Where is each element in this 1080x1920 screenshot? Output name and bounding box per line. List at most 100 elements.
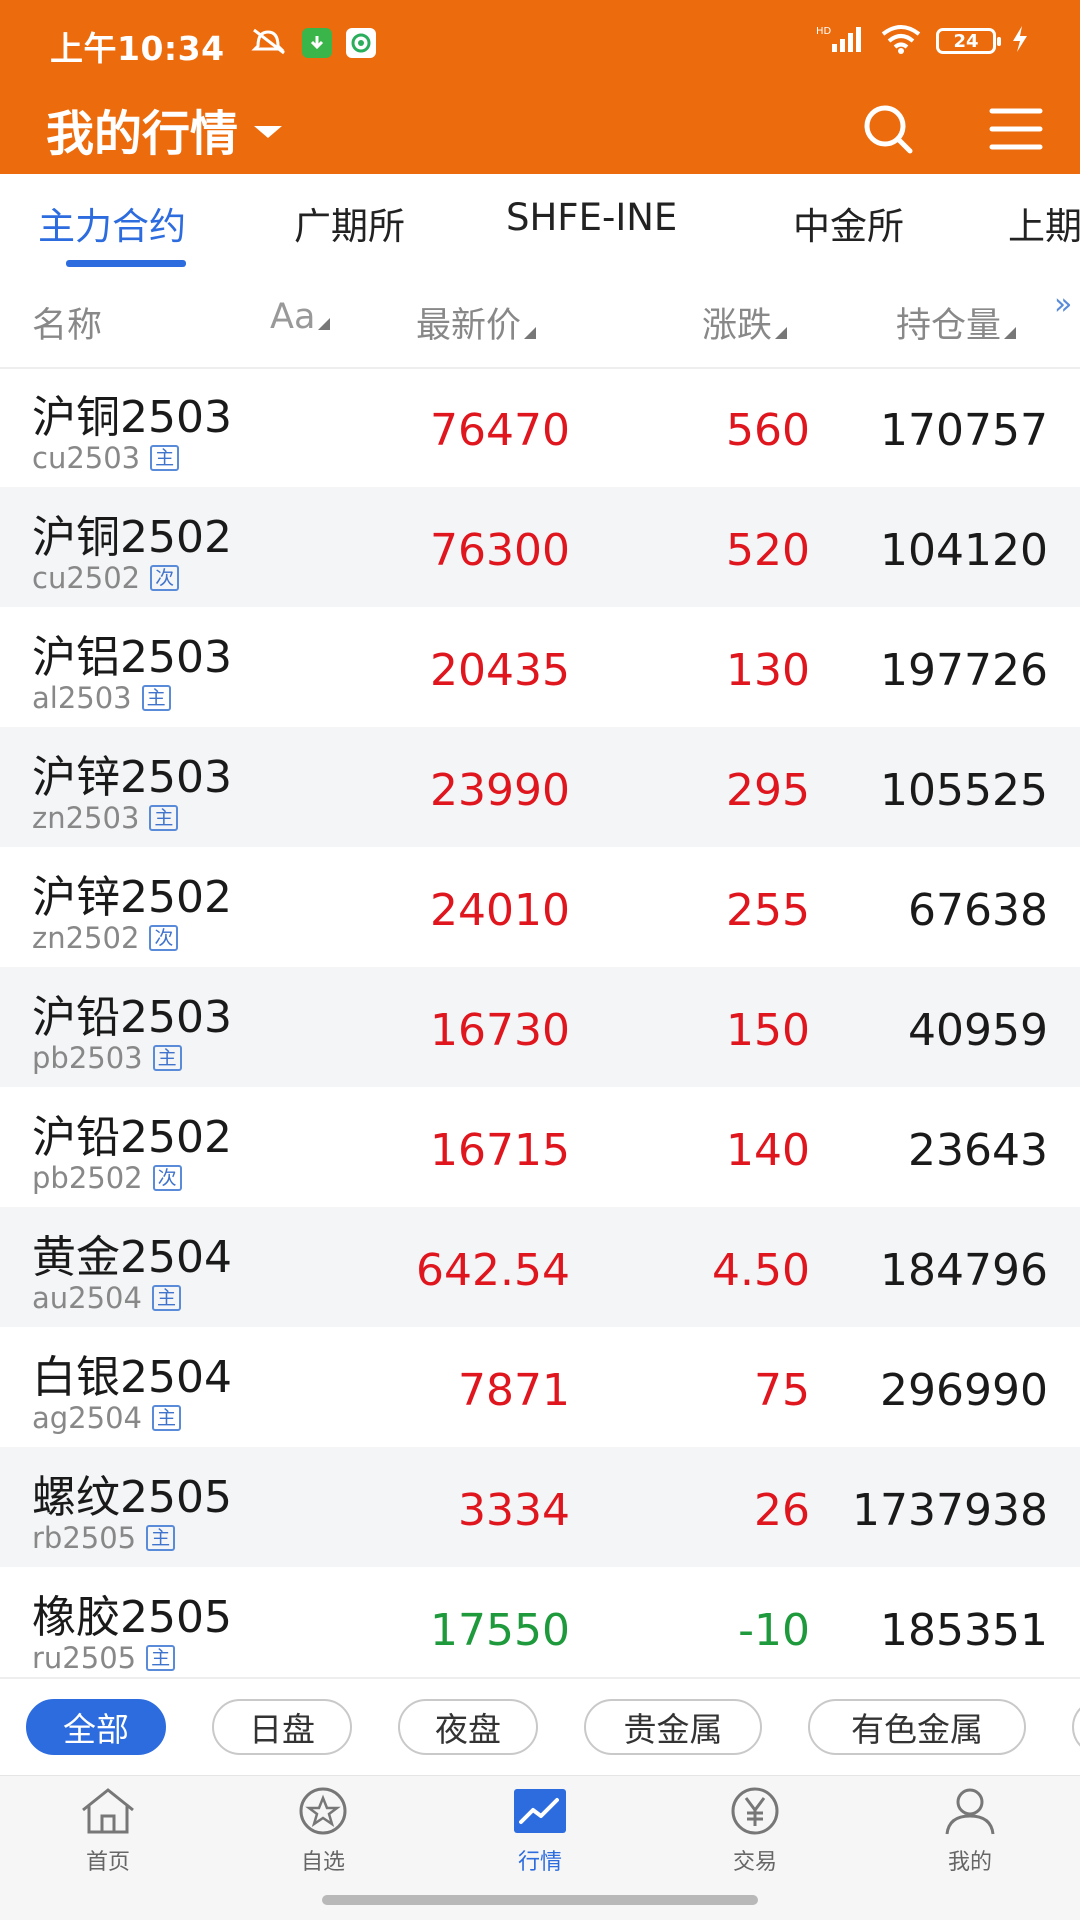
filter-more-chip[interactable] (1072, 1699, 1080, 1755)
col-change[interactable]: 涨跌 (702, 297, 788, 348)
nav-home[interactable]: 首页 (43, 1786, 173, 1876)
tab-cffex[interactable]: 中金所 (793, 196, 904, 250)
contract-tag: 次 (152, 1165, 182, 1191)
last-price: 3334 (458, 1485, 570, 1536)
contract-code-line: cu2502 次 (32, 561, 180, 595)
price-change: 26 (754, 1485, 810, 1536)
contract-name: 沪锌2502 (32, 872, 232, 923)
filter-nonferrous-metals[interactable]: 有色金属 (808, 1699, 1026, 1755)
table-row[interactable]: 沪铅2502 pb2502 次 16715 140 23643 (0, 1087, 1080, 1207)
font-toggle-label: Aa (270, 297, 316, 337)
sort-icon (775, 327, 788, 339)
filter-day-session[interactable]: 日盘 (212, 1699, 352, 1755)
contract-name: 沪铅2502 (32, 1112, 232, 1163)
open-interest: 197726 (880, 645, 1048, 696)
bottom-nav: 首页 自选 行情 交易 我的 (0, 1775, 1080, 1886)
price-change: 140 (726, 1125, 810, 1176)
last-price: 23990 (430, 765, 570, 816)
contract-code-line: al2503 主 (32, 681, 171, 715)
star-icon (299, 1787, 347, 1835)
nav-quotes[interactable]: 行情 (475, 1786, 605, 1876)
price-change: -10 (738, 1605, 810, 1656)
contract-code: zn2502 (32, 921, 140, 955)
tab-shfe-ine[interactable]: SHFE-INE (506, 196, 677, 239)
menu-button[interactable] (981, 94, 1051, 164)
price-change: 255 (726, 885, 810, 936)
more-columns-icon[interactable]: » (1054, 287, 1072, 322)
contract-tag: 主 (152, 1045, 182, 1071)
table-row[interactable]: 白银2504 ag2504 主 7871 75 296990 (0, 1327, 1080, 1447)
contract-tag: 主 (146, 1525, 176, 1551)
nav-watchlist[interactable]: 自选 (258, 1786, 388, 1876)
table-row[interactable]: 沪铅2503 pb2503 主 16730 150 40959 (0, 967, 1080, 1087)
nav-label: 首页 (85, 1850, 130, 1875)
status-icons-left (250, 26, 376, 60)
watchlist-dropdown[interactable]: 我的行情 (46, 94, 283, 164)
col-price[interactable]: 最新价 (416, 297, 537, 348)
wifi-icon (880, 24, 922, 58)
contract-name: 沪铅2503 (32, 992, 232, 1043)
user-icon (945, 1788, 995, 1835)
table-row[interactable]: 沪铜2502 cu2502 次 76300 520 104120 (0, 487, 1080, 607)
contract-code: pb2502 (32, 1161, 143, 1195)
contract-code: au2504 (32, 1281, 142, 1315)
contract-tag: 主 (151, 1285, 181, 1311)
contract-tag: 次 (149, 925, 179, 951)
contract-name: 螺纹2505 (32, 1472, 232, 1523)
contract-tag: 主 (151, 1405, 181, 1431)
filter-precious-metals[interactable]: 贵金属 (584, 1699, 762, 1755)
open-interest: 1737938 (852, 1485, 1048, 1536)
filter-all[interactable]: 全部 (26, 1699, 166, 1755)
contract-tag: 次 (150, 565, 180, 591)
tab-main-contracts[interactable]: 主力合约 (38, 196, 186, 250)
contract-name: 橡胶2505 (32, 1592, 232, 1643)
col-open-interest[interactable]: 持仓量 (896, 297, 1017, 348)
contract-code-line: pb2502 次 (32, 1161, 182, 1195)
tab-shfe[interactable]: 上期 (1008, 196, 1080, 250)
price-change: 75 (754, 1365, 810, 1416)
last-price: 16715 (430, 1125, 570, 1176)
table-row[interactable]: 沪铝2503 al2503 主 20435 130 197726 (0, 607, 1080, 727)
price-change: 130 (726, 645, 810, 696)
table-row[interactable]: 黄金2504 au2504 主 642.54 4.50 184796 (0, 1207, 1080, 1327)
yen-icon (731, 1787, 779, 1835)
last-price: 7871 (458, 1365, 570, 1416)
nav-label: 自选 (300, 1850, 345, 1875)
title-row: 我的行情 (0, 84, 1080, 174)
home-indicator[interactable] (322, 1895, 758, 1905)
table-row[interactable]: 沪锌2502 zn2502 次 24010 255 67638 (0, 847, 1080, 967)
table-row[interactable]: 沪铜2503 cu2503 主 76470 560 170757 (0, 367, 1080, 487)
font-toggle[interactable]: Aa (270, 297, 331, 337)
contract-code-line: au2504 主 (32, 1281, 181, 1315)
open-interest: 23643 (908, 1125, 1048, 1176)
nav-trade[interactable]: 交易 (690, 1786, 820, 1876)
open-interest: 104120 (880, 525, 1048, 576)
last-price: 642.54 (416, 1245, 570, 1296)
session-filter-bar: 全部 日盘 夜盘 贵金属 有色金属 (0, 1677, 1080, 1777)
contract-code: al2503 (32, 681, 132, 715)
contract-code: cu2503 (32, 441, 141, 475)
tab-gfex[interactable]: 广期所 (294, 196, 405, 250)
search-button[interactable] (853, 94, 923, 164)
table-row[interactable]: 沪锌2503 zn2503 主 23990 295 105525 (0, 727, 1080, 847)
home-icon (82, 1788, 134, 1834)
table-row[interactable]: 橡胶2505 ru2505 主 17550 -10 185351 (0, 1567, 1080, 1677)
contract-name: 白银2504 (32, 1352, 232, 1403)
last-price: 20435 (430, 645, 570, 696)
search-icon (864, 105, 913, 154)
active-tab-indicator (66, 260, 186, 267)
contract-code: ag2504 (32, 1401, 142, 1435)
col-name: 名称 (32, 306, 103, 346)
contract-name: 沪铜2503 (32, 392, 232, 443)
contract-code-line: ag2504 主 (32, 1401, 181, 1435)
price-change: 560 (726, 405, 810, 456)
filter-night-session[interactable]: 夜盘 (398, 1699, 538, 1755)
price-change: 4.50 (712, 1245, 810, 1296)
col-change-label: 涨跌 (702, 306, 773, 346)
nav-profile[interactable]: 我的 (905, 1786, 1035, 1876)
contract-code: rb2505 (32, 1521, 137, 1555)
contract-code-line: zn2502 次 (32, 921, 179, 955)
table-row[interactable]: 螺纹2505 rb2505 主 3334 26 1737938 (0, 1447, 1080, 1567)
caret-down-icon (254, 126, 283, 138)
open-interest: 185351 (880, 1605, 1048, 1656)
